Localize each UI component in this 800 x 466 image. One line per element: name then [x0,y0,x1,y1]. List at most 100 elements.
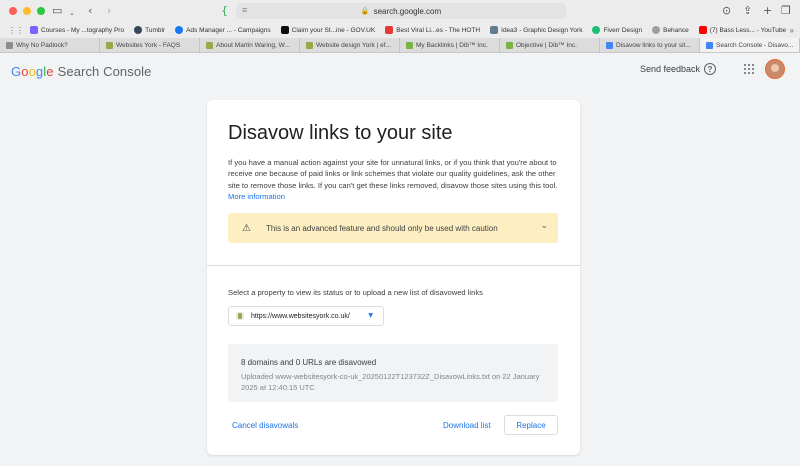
bookmark-icon [134,26,143,34]
tab-overview-icon[interactable]: ❐ [781,4,791,18]
minimize-window-button[interactable] [23,7,31,15]
browser-tab[interactable]: About Martin Waring, W... [200,38,300,52]
cancel-disavowals-button[interactable]: Cancel disavowals [232,421,298,430]
tab-favicon [506,41,513,49]
address-bar[interactable]: ≡ 🔒 search.google.com [236,3,566,19]
tab-label: Search Console - Disavo... [716,41,794,49]
bookmark-label: Idea3 - Graphic Design York [501,26,583,34]
intro-body: If you have a manual action against your… [228,158,558,190]
tab-favicon [106,41,113,49]
page-settings-icon[interactable]: ≡ [242,5,247,15]
property-select[interactable]: https://www.websitesyork.co.uk/ ▼ [228,306,384,326]
browser-tab-active[interactable]: Search Console - Disavo... [700,38,800,52]
product-name: Search Console [57,63,152,79]
bookmark-icon [385,26,394,34]
extension-icon[interactable]: { [221,4,228,18]
bookmark-item[interactable]: Behance [652,26,689,34]
bookmark-label: Claim your St...ine - GOV.UK [291,26,376,34]
logo-letter: o [21,63,29,79]
browser-titlebar: ▭ ⌄ ‹ › { ≡ 🔒 search.google.com ⊙ ⇪ + ❐ [0,0,800,22]
bookmark-item[interactable]: Ads Manager ... - Campaigns [175,26,271,34]
bookmark-item[interactable]: Idea3 - Graphic Design York [490,26,582,34]
share-icon[interactable]: ⇪ [743,4,752,18]
bookmark-icon [280,26,289,34]
google-apps-icon[interactable] [744,64,754,74]
help-icon[interactable]: ? [704,63,716,75]
bookmark-label: (7) Bass Less... - YouTube [709,26,787,34]
bookmark-label: Tumblr [145,26,166,34]
avatar[interactable] [765,59,785,79]
page-title: Disavow links to your site [228,122,453,144]
download-list-button[interactable]: Download list [443,421,491,430]
download-icon[interactable]: ⊙ [722,4,731,18]
tab-label: Why No Padlock? [16,41,68,49]
warning-icon: ⚠ [242,222,251,234]
property-url: https://www.websitesyork.co.uk/ [251,312,350,320]
disavow-card: Disavow links to your site If you have a… [207,100,580,455]
warning-text: This is an advanced feature and should o… [265,223,498,233]
tab-label: My Backlinks | Dib™ Inc. [416,41,488,49]
tab-favicon [6,41,13,49]
browser-tab[interactable]: Websites York - FAQS [100,38,200,52]
tab-favicon [206,41,213,49]
tab-label: Disavow links to your sit... [616,41,691,49]
browser-tab[interactable]: Disavow links to your sit... [600,38,700,52]
intro-text: If you have a manual action against your… [228,157,558,203]
grid-icon[interactable]: ⋮⋮ [8,26,24,35]
google-search-console-logo[interactable]: Google Search Console [11,64,152,79]
more-information-link[interactable]: More information [228,192,285,201]
bookmark-item[interactable]: Tumblr [134,26,165,34]
bookmark-item[interactable]: (7) Bass Less... - YouTube [698,26,787,34]
logo-letter: e [46,63,54,79]
bookmark-label: Behance [663,26,689,34]
logo-letter: o [28,63,36,79]
bookmark-label: Best Viral Li...es - The HOTH [396,26,481,34]
tab-bar: Why No Padlock? Websites York - FAQS Abo… [0,38,800,53]
tab-label: Website design York | ef... [316,41,391,49]
bookmark-icon [175,26,184,34]
status-detail: Uploaded www-websitesyork-co-uk_20250122… [241,372,540,392]
tab-favicon [306,41,313,49]
bookmark-item[interactable]: Fiverr Design [592,26,642,34]
bookmark-icon [490,26,499,34]
tab-label: Websites York - FAQS [116,41,181,49]
more-bookmarks-icon[interactable]: » [790,26,794,35]
browser-tab[interactable]: Objective | Dib™ Inc. [500,38,600,52]
close-window-button[interactable] [9,7,17,15]
tab-label: About Martin Waring, W... [216,41,290,49]
browser-tab[interactable]: Website design York | ef... [300,38,400,52]
zoom-window-button[interactable] [37,7,45,15]
send-feedback-link[interactable]: Send feedback [640,64,700,74]
dropdown-arrow-icon: ▼ [368,312,373,319]
status-title: 8 domains and 0 URLs are disavowed [241,358,377,367]
bookmark-item[interactable]: Best Viral Li...es - The HOTH [385,26,480,34]
new-tab-icon[interactable]: + [763,4,772,18]
lock-icon: 🔒 [360,8,370,15]
browser-tab[interactable]: Why No Padlock? [0,38,100,52]
tab-favicon [606,41,613,49]
window-controls [9,7,45,15]
gsc-header: Google Search Console Send feedback ? [0,54,800,88]
replace-button[interactable]: Replace [504,415,558,435]
sidebar-toggle-icon[interactable]: ▭ [52,4,62,18]
property-favicon-icon [236,312,244,320]
logo-letter: G [11,63,22,79]
back-icon[interactable]: ‹ [88,4,92,18]
bookmark-item[interactable]: Claim your St...ine - GOV.UK [280,26,376,34]
chevron-down-icon[interactable]: ⌄ [69,6,75,20]
bookmark-item[interactable]: Courses - My ...tography Pro [30,26,124,34]
tab-label: Objective | Dib™ Inc. [516,41,577,49]
browser-tab[interactable]: My Backlinks | Dib™ Inc. [400,38,500,52]
section-divider [207,265,580,266]
bookmark-icon [592,26,601,34]
tab-favicon [406,41,413,49]
bookmark-icon [30,26,38,34]
disavow-status-box: 8 domains and 0 URLs are disavowed Uploa… [228,344,558,402]
bookmark-label: Ads Manager ... - Campaigns [186,26,271,34]
warning-banner[interactable]: ⚠ This is an advanced feature and should… [228,213,558,243]
chevron-down-icon[interactable]: ⌄ [540,221,548,231]
forward-icon[interactable]: › [107,4,111,18]
select-property-label: Select a property to view its status or … [228,288,483,297]
bookmark-icon [652,26,661,34]
bookmarks-bar: ⋮⋮ Courses - My ...tography Pro Tumblr A… [0,22,800,38]
